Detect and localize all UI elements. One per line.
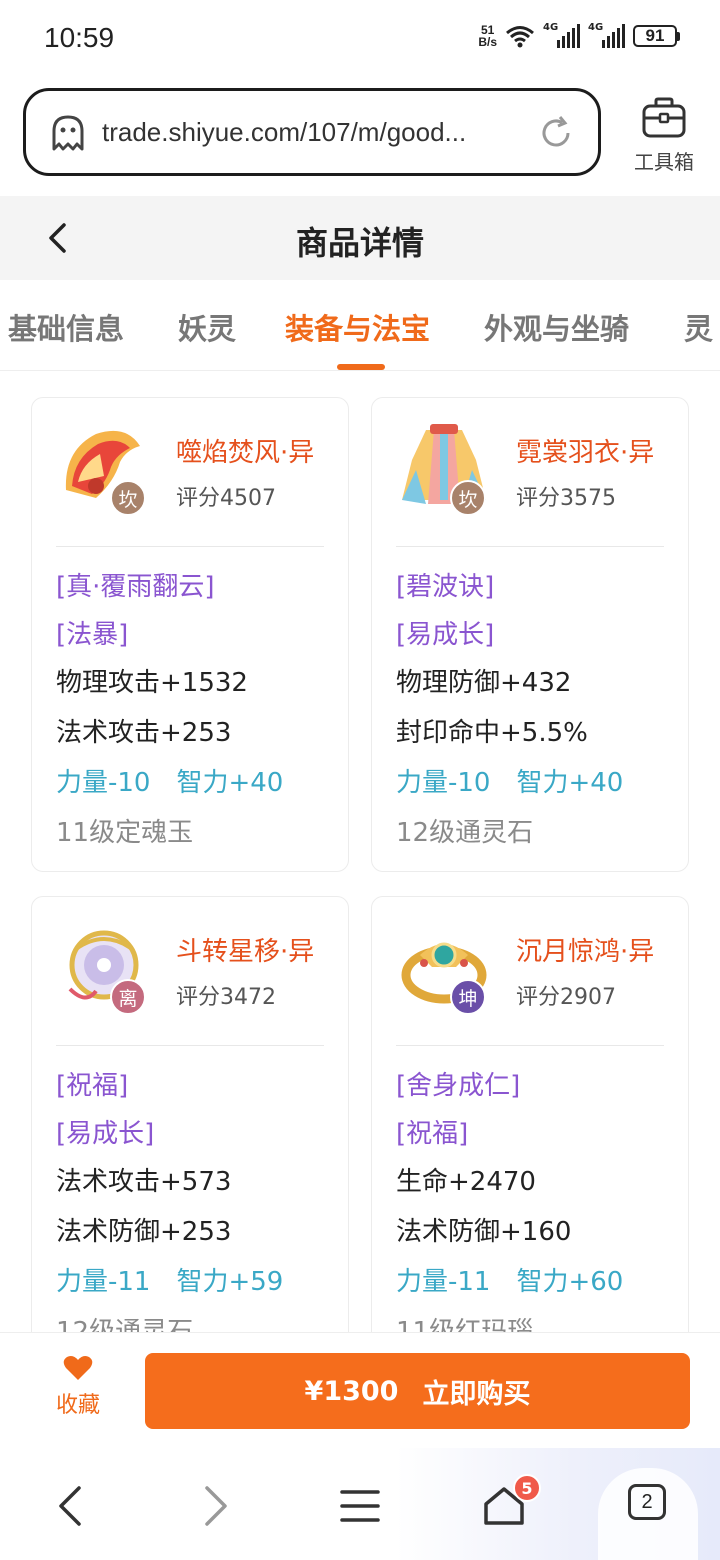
toolbox-label: 工具箱 (634, 150, 694, 174)
chevron-left-icon (59, 1486, 81, 1526)
item-trait: [真·覆雨翻云] (56, 572, 215, 602)
tab-basic-info[interactable]: 基础信息 (8, 306, 124, 348)
item-trait: [祝福] (396, 1119, 469, 1149)
item-name: 噬焰焚风·异 (176, 438, 315, 468)
item-stat: 法术攻击+253 (56, 718, 232, 748)
net-speed: 51 B/s (478, 23, 497, 49)
item-stat: 法术攻击+573 (56, 1167, 232, 1197)
title-bar: 商品详情 (0, 196, 720, 280)
url-text[interactable]: trade.shiyue.com/107/m/good... (102, 117, 466, 148)
item-gem: 11级定魂玉 (56, 818, 194, 848)
item-name: 沉月惊鸿·异 (516, 937, 655, 967)
attr-strength: 力量-11 (396, 1267, 491, 1297)
favorite-button[interactable]: 收藏 (40, 1355, 116, 1419)
tab-equipment[interactable]: 装备与法宝 (285, 306, 430, 348)
signal-icon-1: 4G (543, 22, 580, 48)
status-icons: 51 B/s 4G 4G 91 (478, 22, 680, 49)
equipment-card[interactable]: 离 斗转星移·异 评分3472 [祝福] [易成长] 法术攻击+573 法术防御… (31, 896, 349, 1366)
divider (396, 1045, 664, 1046)
battery-icon: 91 (633, 25, 680, 47)
element-badge: 坎 (450, 480, 486, 516)
item-attributes: 力量-10 智力+40 (396, 762, 623, 799)
heart-icon (63, 1356, 93, 1380)
status-time: 10:59 (44, 22, 115, 53)
page-title: 商品详情 (295, 224, 424, 262)
item-attributes: 力量-11 智力+60 (396, 1261, 623, 1298)
price: ¥1300 (304, 1375, 399, 1407)
item-score: 评分4507 (176, 486, 276, 511)
item-name: 斗转星移·异 (176, 937, 315, 967)
attr-intelligence: 智力+40 (176, 768, 284, 798)
attr-intelligence: 智力+60 (516, 1267, 624, 1297)
item-attributes: 力量-10 智力+40 (56, 762, 283, 799)
menu-icon (340, 1490, 380, 1522)
notification-badge: 5 (513, 1474, 541, 1502)
item-stat: 生命+2470 (396, 1167, 536, 1197)
item-trait: [易成长] (396, 620, 495, 650)
category-tabs: 基础信息 妖灵 装备与法宝 外观与坐骑 灵 (0, 280, 720, 371)
item-stat: 物理攻击+1532 (56, 668, 248, 698)
equipment-card[interactable]: 坎 噬焰焚风·异 评分4507 [真·覆雨翻云] [法暴] 物理攻击+1532 … (31, 397, 349, 872)
item-trait: [法暴] (56, 620, 129, 650)
item-stat: 物理防御+432 (396, 668, 572, 698)
ghost-icon (52, 115, 84, 151)
toolbox-button[interactable]: 工具箱 (622, 96, 706, 175)
tab-yaoling[interactable]: 妖灵 (178, 306, 236, 348)
item-trait: [碧波诀] (396, 572, 495, 602)
item-stat: 封印命中+5.5% (396, 718, 588, 748)
divider (56, 546, 324, 547)
buy-label: 立即购买 (422, 1378, 531, 1410)
wifi-icon (506, 26, 534, 48)
divider (396, 546, 664, 547)
item-trait: [易成长] (56, 1119, 155, 1149)
nav-back-button[interactable] (40, 1478, 100, 1534)
signal-icon-2: 4G (588, 22, 625, 48)
element-badge: 离 (110, 979, 146, 1015)
attr-strength: 力量-10 (56, 768, 151, 798)
tab-ling[interactable]: 灵 (684, 306, 713, 348)
status-bar: 10:59 51 B/s 4G 4G 91 (0, 0, 720, 80)
item-score: 评分2907 (516, 985, 616, 1010)
toolbox-icon (642, 97, 686, 138)
attr-strength: 力量-10 (396, 768, 491, 798)
favorite-label: 收藏 (55, 1393, 100, 1418)
divider (56, 1045, 324, 1046)
item-attributes: 力量-11 智力+59 (56, 1261, 283, 1298)
attr-intelligence: 智力+59 (176, 1267, 284, 1297)
item-stat: 法术防御+160 (396, 1217, 572, 1247)
item-stat: 法术防御+253 (56, 1217, 232, 1247)
item-name: 霓裳羽衣·异 (516, 438, 655, 468)
item-trait: [舍身成仁] (396, 1071, 521, 1101)
tab-switcher-button[interactable]: 2 (628, 1484, 666, 1520)
nav-menu-button[interactable] (330, 1478, 390, 1534)
equipment-card[interactable]: 坎 霓裳羽衣·异 评分3575 [碧波诀] [易成长] 物理防御+432 封印命… (371, 397, 689, 872)
item-trait: [祝福] (56, 1071, 129, 1101)
purchase-bar: 收藏 ¥1300 立即购买 (0, 1332, 720, 1449)
element-badge: 坎 (110, 480, 146, 516)
chevron-right-icon (205, 1486, 227, 1526)
equipment-card[interactable]: 坤 沉月惊鸿·异 评分2907 [舍身成仁] [祝福] 生命+2470 法术防御… (371, 896, 689, 1366)
item-score: 评分3575 (516, 486, 616, 511)
item-score: 评分3472 (176, 985, 276, 1010)
tab-appearance[interactable]: 外观与坐骑 (484, 306, 629, 348)
attr-strength: 力量-11 (56, 1267, 151, 1297)
reload-icon[interactable] (538, 115, 574, 151)
item-gem: 12级通灵石 (396, 818, 534, 848)
buy-now-button[interactable]: ¥1300 立即购买 (145, 1353, 690, 1429)
active-tab-indicator (337, 364, 385, 370)
attr-intelligence: 智力+40 (516, 768, 624, 798)
browser-bottom-nav: 5 2 (0, 1448, 720, 1560)
address-bar[interactable]: trade.shiyue.com/107/m/good... (23, 88, 601, 176)
element-badge: 坤 (450, 979, 486, 1015)
nav-forward-button[interactable] (186, 1478, 246, 1534)
